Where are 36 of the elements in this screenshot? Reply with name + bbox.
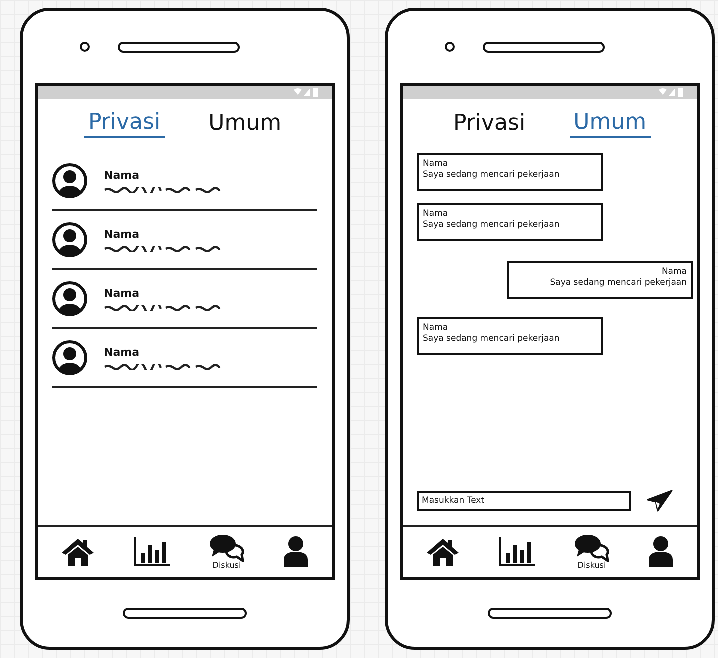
- tab[interactable]: Umum: [204, 111, 286, 137]
- message-text: Saya sedang mencari pekerjaan: [423, 170, 561, 182]
- camera-dot: [80, 42, 90, 52]
- discussion-tab[interactable]: Diskusi: [209, 534, 245, 570]
- message-text: Saya sedang mencari pekerjaan: [423, 220, 561, 232]
- tab[interactable]: Umum: [570, 110, 651, 138]
- sender-name: Nama: [423, 159, 450, 170]
- person-icon[interactable]: [648, 536, 674, 568]
- home-icon[interactable]: [426, 537, 460, 567]
- tab[interactable]: Privasi: [84, 110, 165, 138]
- message-text: Saya sedang mencari pekerjaan: [423, 334, 561, 346]
- camera-dot: [445, 42, 455, 52]
- home-button[interactable]: [488, 608, 612, 619]
- sender-name: Nama: [662, 267, 687, 278]
- contact-name: Nama: [104, 346, 141, 358]
- avatar-icon: [52, 340, 88, 376]
- sender-name: Nama: [423, 209, 450, 220]
- person-icon[interactable]: [283, 536, 309, 568]
- send-icon[interactable]: [647, 490, 673, 512]
- avatar-icon: [52, 222, 88, 258]
- sender-name: Nama: [423, 323, 450, 334]
- contact-name: Nama: [104, 228, 141, 240]
- avatar-icon: [52, 162, 88, 198]
- home-icon[interactable]: [61, 537, 95, 567]
- home-button[interactable]: [123, 608, 247, 619]
- message-input[interactable]: Masukkan Text: [417, 491, 631, 511]
- bar-chart-icon[interactable]: [133, 537, 171, 567]
- contact-name: Nama: [104, 168, 141, 182]
- chat-bubbles-icon: [574, 534, 610, 562]
- bar-chart-icon[interactable]: [498, 537, 536, 567]
- avatar-icon: [52, 280, 88, 316]
- contact-name: Nama: [104, 286, 141, 300]
- message-text: Saya sedang mencari pekerjaan: [550, 278, 687, 290]
- tab[interactable]: Privasi: [449, 111, 530, 137]
- chat-bubbles-icon: [209, 534, 245, 562]
- discussion-tab[interactable]: Diskusi: [574, 534, 610, 570]
